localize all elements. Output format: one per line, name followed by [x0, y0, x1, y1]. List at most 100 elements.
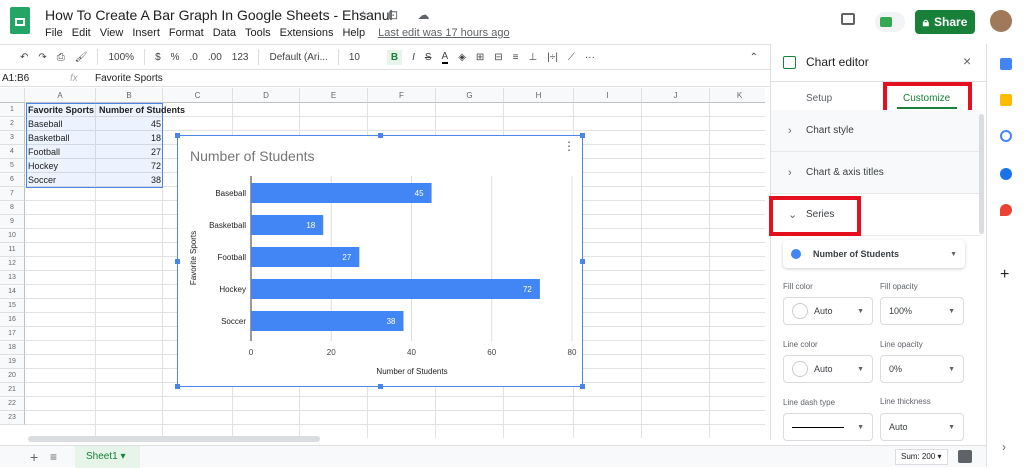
bar-chart[interactable]: Number of Students 0 20 40 60 80 45 Baseball 18 B… — [175, 133, 585, 389]
calendar-icon[interactable] — [1000, 58, 1012, 70]
comment-icon[interactable] — [841, 13, 855, 25]
resize-handle[interactable] — [378, 133, 383, 138]
series-select[interactable]: Number of Students ▼ — [783, 240, 965, 268]
scrollbar[interactable] — [979, 114, 984, 234]
decrease-decimal-button[interactable]: .0 — [190, 52, 198, 63]
paint-format-icon[interactable]: 🖌︎ — [75, 52, 88, 63]
row-header-7[interactable]: 7 — [0, 187, 25, 201]
merge-icon[interactable]: ⊟ — [494, 52, 502, 63]
line-opacity-dropdown[interactable]: 0% ▼ — [880, 355, 964, 383]
line-thickness-dropdown[interactable]: Auto ▼ — [880, 413, 964, 441]
resize-handle[interactable] — [580, 133, 585, 138]
cell-B3[interactable]: 18 — [97, 131, 163, 145]
column-header-G[interactable]: G — [436, 88, 504, 103]
row-header-8[interactable]: 8 — [0, 201, 25, 215]
bar-baseball[interactable] — [251, 183, 432, 203]
maps-icon[interactable] — [1000, 204, 1012, 216]
row-header-1[interactable]: 1 — [0, 103, 25, 117]
rotate-icon[interactable]: ⟋ — [568, 52, 575, 63]
more-button[interactable]: ··· — [585, 52, 595, 63]
column-header-J[interactable]: J — [642, 88, 710, 103]
row-header-11[interactable]: 11 — [0, 243, 25, 257]
share-button[interactable]: 🔒︎ Share — [915, 10, 975, 34]
row-header-23[interactable]: 23 — [0, 411, 25, 425]
select-all-corner[interactable] — [0, 88, 25, 103]
add-icon[interactable]: + — [1000, 266, 1009, 284]
redo-icon[interactable]: ↷ — [38, 52, 46, 63]
row-header-20[interactable]: 20 — [0, 369, 25, 383]
row-header-12[interactable]: 12 — [0, 257, 25, 271]
section-chart-axis-titles[interactable]: › Chart & axis titles — [771, 152, 981, 194]
row-header-15[interactable]: 15 — [0, 299, 25, 313]
row-header-22[interactable]: 22 — [0, 397, 25, 411]
section-chart-style[interactable]: › Chart style — [771, 110, 981, 152]
contacts-icon[interactable] — [1000, 168, 1012, 180]
chart-menu-icon[interactable]: ⋮ — [563, 139, 575, 153]
menu-format[interactable]: Format — [169, 27, 204, 39]
strikethrough-button[interactable]: S — [425, 52, 432, 63]
resize-handle[interactable] — [175, 133, 180, 138]
cell-A3[interactable]: Basketball — [26, 131, 72, 145]
align-icon[interactable]: ≡ — [513, 52, 519, 63]
last-edit-link[interactable]: Last edit was 17 hours ago — [378, 27, 509, 39]
menu-extensions[interactable]: Extensions — [280, 27, 334, 39]
chart-title[interactable]: Number of Students — [190, 148, 315, 164]
row-header-21[interactable]: 21 — [0, 383, 25, 397]
valign-icon[interactable]: ⊥ — [529, 52, 538, 63]
zoom-select[interactable]: 100% — [108, 52, 134, 63]
sum-indicator[interactable]: Sum: 200 ▾ — [895, 449, 948, 465]
expand-icon[interactable]: › — [1002, 440, 1006, 454]
row-header-5[interactable]: 5 — [0, 159, 25, 173]
y-axis-title[interactable]: Favorite Sports — [189, 231, 198, 285]
x-axis-title[interactable]: Number of Students — [376, 367, 447, 376]
bold-button[interactable]: B — [386, 49, 403, 65]
row-header-14[interactable]: 14 — [0, 285, 25, 299]
menu-file[interactable]: File — [45, 27, 63, 39]
column-header-A[interactable]: A — [25, 88, 96, 103]
column-header-D[interactable]: D — [233, 88, 300, 103]
cell-A2[interactable]: Baseball — [26, 117, 65, 131]
percent-button[interactable]: % — [171, 52, 180, 63]
cell-A5[interactable]: Hockey — [26, 159, 60, 173]
cell-B2[interactable]: 45 — [97, 117, 163, 131]
horizontal-scrollbar[interactable] — [28, 436, 320, 442]
keep-icon[interactable] — [1000, 94, 1012, 106]
more-formats-button[interactable]: 123 — [232, 52, 249, 63]
text-color-button[interactable]: A — [441, 51, 449, 64]
menu-edit[interactable]: Edit — [72, 27, 91, 39]
row-header-16[interactable]: 16 — [0, 313, 25, 327]
close-icon[interactable]: × — [963, 53, 971, 69]
add-sheet-button[interactable]: + — [30, 449, 38, 465]
cell-B6[interactable]: 38 — [97, 173, 163, 187]
fill-color-icon[interactable]: ◈ — [458, 52, 466, 63]
row-header-19[interactable]: 19 — [0, 355, 25, 369]
resize-handle[interactable] — [175, 259, 180, 264]
row-header-18[interactable]: 18 — [0, 341, 25, 355]
undo-icon[interactable]: ↶ — [20, 52, 28, 63]
menu-tools[interactable]: Tools — [245, 27, 271, 39]
fill-color-dropdown[interactable]: Auto ▼ — [783, 297, 873, 325]
column-header-F[interactable]: F — [368, 88, 436, 103]
currency-button[interactable]: $ — [155, 52, 161, 63]
wrap-icon[interactable]: |÷| — [547, 52, 558, 63]
borders-icon[interactable]: ⊞ — [476, 52, 484, 63]
name-box[interactable]: A1:B6 — [0, 73, 70, 84]
row-header-6[interactable]: 6 — [0, 173, 25, 187]
row-header-4[interactable]: 4 — [0, 145, 25, 159]
meet-icon[interactable] — [875, 12, 905, 32]
increase-decimal-button[interactable]: .00 — [208, 52, 222, 63]
explore-icon[interactable] — [958, 450, 972, 463]
formula-input[interactable]: Favorite Sports — [95, 73, 163, 84]
row-header-9[interactable]: 9 — [0, 215, 25, 229]
column-header-K[interactable]: K — [710, 88, 765, 103]
row-header-2[interactable]: 2 — [0, 117, 25, 131]
column-header-C[interactable]: C — [163, 88, 233, 103]
resize-handle[interactable] — [580, 384, 585, 389]
menu-data[interactable]: Data — [213, 27, 236, 39]
column-header-E[interactable]: E — [300, 88, 368, 103]
row-header-13[interactable]: 13 — [0, 271, 25, 285]
column-header-H[interactable]: H — [504, 88, 574, 103]
tab-setup[interactable]: Setup — [806, 93, 832, 104]
resize-handle[interactable] — [378, 384, 383, 389]
menu-help[interactable]: Help — [342, 27, 365, 39]
